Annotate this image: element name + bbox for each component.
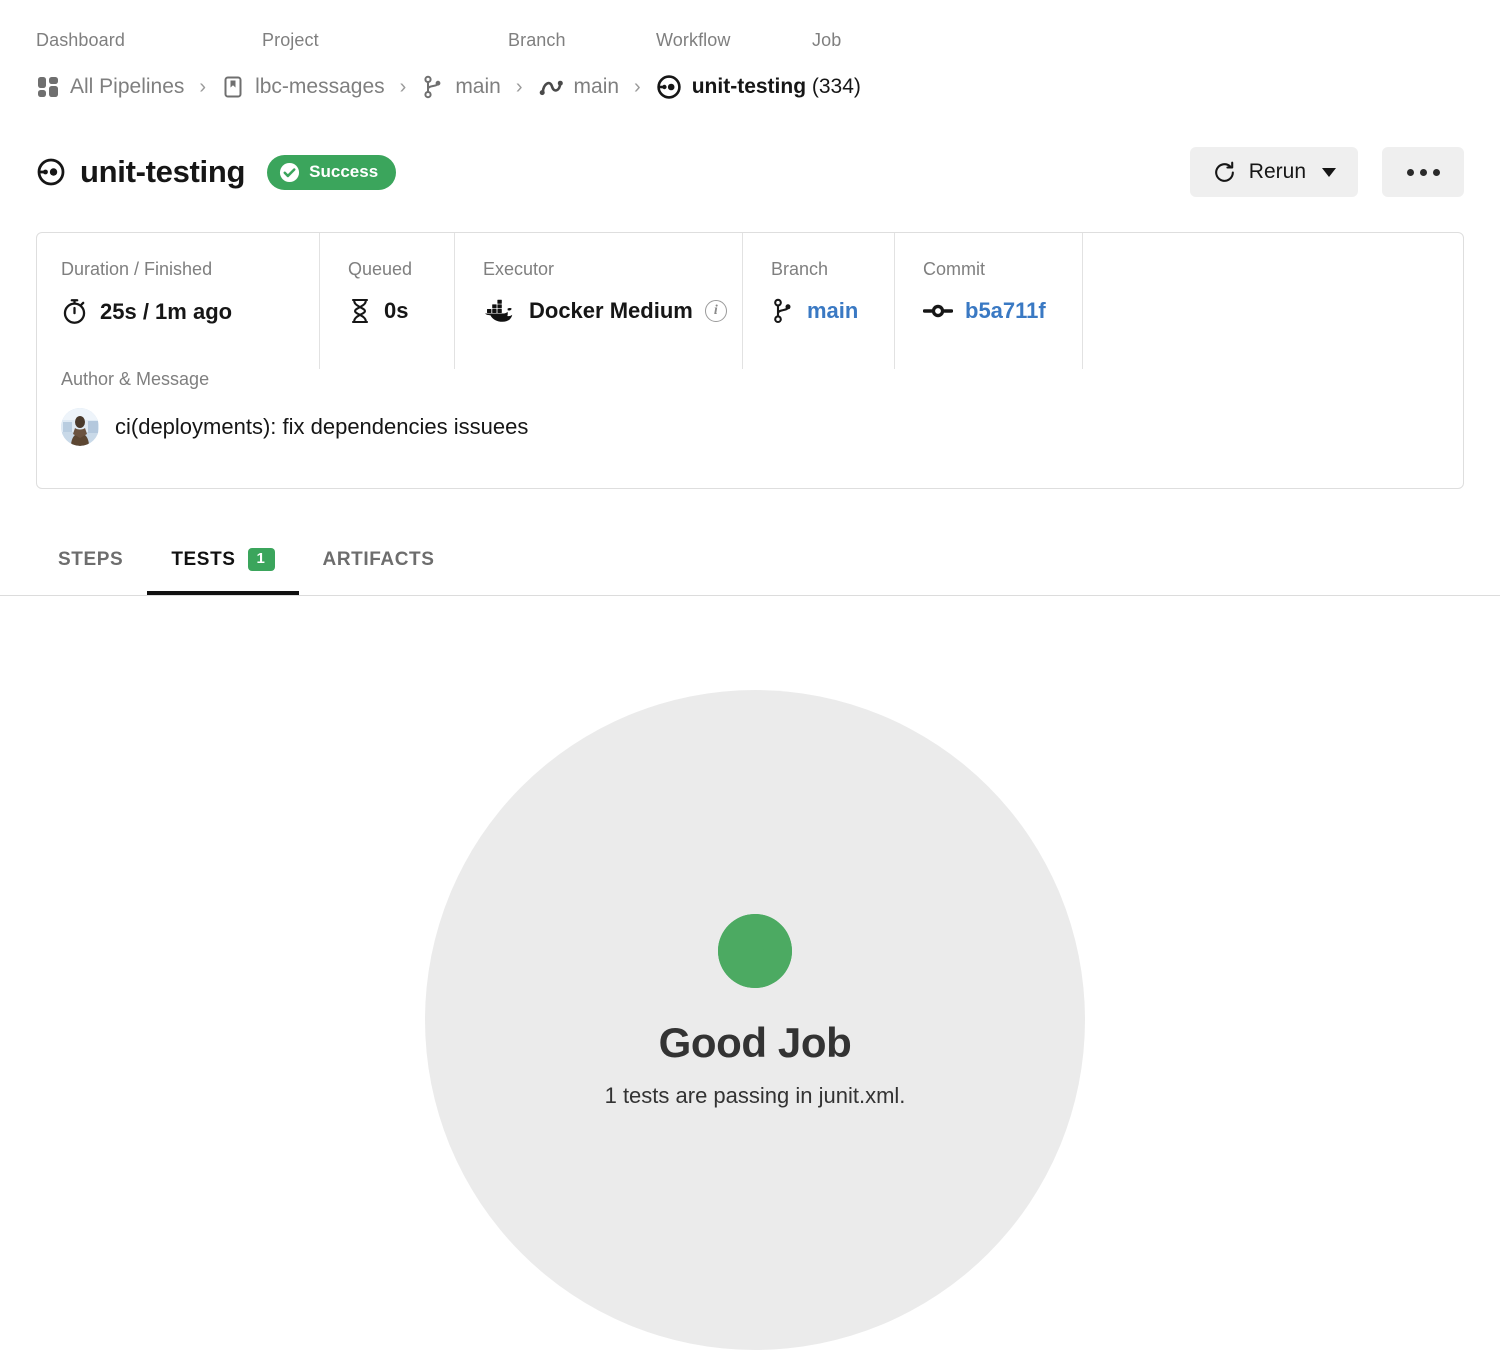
job-tabs: Steps Tests 1 Artifacts bbox=[0, 528, 1500, 596]
breadcrumb-label-workflow: Workflow bbox=[656, 30, 731, 50]
breadcrumb-separator-icon: › bbox=[634, 76, 641, 98]
rerun-button-label: Rerun bbox=[1248, 160, 1306, 183]
breadcrumb-item-label: All Pipelines bbox=[70, 75, 185, 98]
job-detail-page: Dashboard Project Branch Workflow Job Al… bbox=[0, 0, 1500, 1372]
breadcrumb-label-job: Job bbox=[812, 30, 842, 50]
stopwatch-icon bbox=[61, 298, 88, 325]
tab-tests-badge: 1 bbox=[247, 548, 275, 571]
tests-empty-state: Good Job 1 tests are passing in junit.xm… bbox=[425, 690, 1085, 1350]
tab-steps-label: Steps bbox=[58, 548, 124, 570]
branch-link[interactable]: main bbox=[807, 298, 858, 324]
job-icon bbox=[656, 74, 682, 100]
duration-cell: Duration / Finished 25s / 1m ago bbox=[61, 233, 319, 369]
hourglass-icon bbox=[348, 298, 372, 324]
job-header: unit-testing Success Rerun bbox=[36, 147, 1464, 197]
executor-value: Docker Medium bbox=[529, 298, 693, 323]
breadcrumb-item-label: main bbox=[573, 75, 620, 98]
empty-state-subtext: 1 tests are passing in junit.xml. bbox=[604, 1083, 906, 1108]
breadcrumb-item-label: lbc-messages bbox=[255, 75, 385, 98]
duration-value-row: 25s / 1m ago bbox=[61, 298, 319, 325]
branch-icon bbox=[771, 298, 795, 324]
job-info-metrics: Duration / Finished 25s / 1m ago Queued … bbox=[37, 233, 1463, 369]
job-icon bbox=[36, 157, 66, 187]
ellipsis-icon bbox=[1406, 168, 1440, 176]
circleci-logo bbox=[718, 914, 792, 993]
avatar bbox=[61, 408, 99, 446]
breadcrumb-category-labels: Dashboard Project Branch Workflow Job bbox=[36, 30, 841, 51]
check-circle-icon bbox=[279, 162, 300, 183]
commit-link[interactable]: b5a711f bbox=[965, 298, 1046, 324]
commit-message: ci(deployments): fix dependencies issuee… bbox=[115, 414, 529, 439]
info-icon[interactable]: i bbox=[704, 300, 727, 322]
breadcrumb: All Pipelines › lbc-messages › main › ma… bbox=[36, 74, 861, 100]
empty-state-heading: Good Job bbox=[658, 1019, 852, 1066]
status-badge-label: Success bbox=[309, 162, 379, 181]
author-message-section: Author & Message ci(deployments): fix de… bbox=[37, 369, 1463, 446]
executor-value-row: Docker Medium i bbox=[483, 298, 742, 324]
commit-icon bbox=[923, 300, 953, 322]
breadcrumb-item-job[interactable]: unit-testing (334) bbox=[656, 74, 861, 100]
commit-cell: Commit b5a711f bbox=[894, 233, 1082, 369]
info-card-spacer bbox=[1082, 233, 1463, 369]
commit-label: Commit bbox=[923, 259, 985, 279]
tab-tests[interactable]: Tests 1 bbox=[147, 528, 299, 595]
rerun-button[interactable]: Rerun bbox=[1189, 147, 1358, 197]
breadcrumb-label-branch: Branch bbox=[508, 30, 566, 50]
commit-value-row: b5a711f bbox=[923, 298, 1082, 324]
tab-tests-label: Tests bbox=[171, 548, 236, 570]
executor-label: Executor bbox=[483, 259, 555, 279]
workflow-icon bbox=[538, 75, 564, 99]
breadcrumb-label-dashboard: Dashboard bbox=[36, 30, 125, 50]
executor-cell: Executor Docker Medium i bbox=[454, 233, 742, 369]
tab-steps[interactable]: Steps bbox=[58, 528, 147, 595]
queued-value: 0s bbox=[384, 298, 409, 323]
tab-artifacts-label: Artifacts bbox=[322, 548, 435, 570]
branch-label: Branch bbox=[771, 259, 829, 279]
pipelines-grid-icon bbox=[36, 75, 60, 99]
breadcrumb-item-branch[interactable]: main bbox=[421, 75, 501, 99]
commit-message-row: ci(deployments): fix dependencies issuee… bbox=[61, 408, 1463, 446]
breadcrumb-separator-icon: › bbox=[515, 76, 523, 98]
queued-cell: Queued 0s bbox=[319, 233, 454, 369]
branch-value-row: main bbox=[771, 298, 894, 324]
breadcrumb-label-project: Project bbox=[262, 30, 319, 50]
queued-value-row: 0s bbox=[348, 298, 454, 324]
docker-icon bbox=[483, 298, 517, 324]
job-info-card: Duration / Finished 25s / 1m ago Queued … bbox=[36, 232, 1464, 489]
branch-cell: Branch main bbox=[742, 233, 894, 369]
breadcrumb-item-label: main bbox=[455, 75, 501, 98]
breadcrumb-item-project[interactable]: lbc-messages bbox=[221, 75, 385, 99]
project-bookmark-icon bbox=[221, 75, 245, 99]
duration-label: Duration / Finished bbox=[61, 259, 213, 279]
breadcrumb-item-label: unit-testing (334) bbox=[692, 75, 861, 99]
queued-label: Queued bbox=[348, 259, 413, 279]
status-badge: Success bbox=[267, 154, 397, 190]
breadcrumb-job-number: (334) bbox=[806, 75, 861, 98]
duration-value: 25s / 1m ago bbox=[100, 298, 233, 324]
tab-artifacts[interactable]: Artifacts bbox=[299, 528, 459, 595]
breadcrumb-separator-icon: › bbox=[199, 76, 207, 98]
breadcrumb-job-name: unit-testing bbox=[691, 75, 807, 98]
breadcrumb-separator-icon: › bbox=[399, 76, 407, 98]
breadcrumb-item-workflow[interactable]: main bbox=[538, 75, 620, 99]
more-options-button[interactable] bbox=[1382, 147, 1464, 197]
page-title: unit-testing bbox=[80, 154, 246, 189]
branch-icon bbox=[421, 75, 445, 99]
author-message-label: Author & Message bbox=[61, 369, 210, 389]
refresh-icon bbox=[1212, 160, 1237, 185]
chevron-down-icon bbox=[1322, 167, 1336, 177]
header-actions: Rerun bbox=[1189, 147, 1464, 197]
breadcrumb-item-all-pipelines[interactable]: All Pipelines bbox=[36, 75, 184, 99]
